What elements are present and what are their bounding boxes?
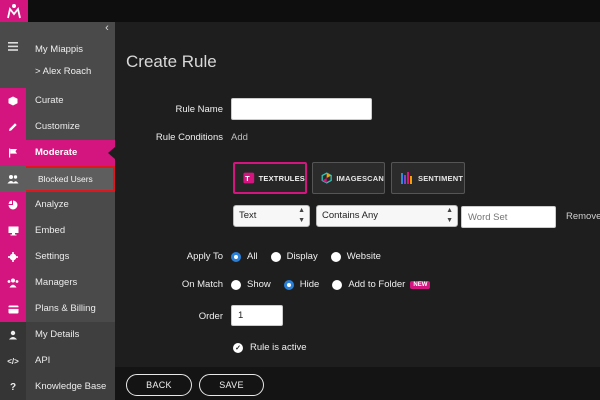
- sidebar-item-knowledge-base[interactable]: ? Knowledge Base: [0, 374, 115, 400]
- rule-name-label: Rule Name: [175, 104, 223, 115]
- on-match-label: On Match: [181, 279, 223, 290]
- collapse-sidebar-chevron-icon[interactable]: ‹: [100, 22, 114, 36]
- miappi-logo[interactable]: [0, 0, 28, 22]
- sidebar-item-my-details[interactable]: My Details: [0, 322, 115, 348]
- radio[interactable]: [332, 279, 343, 290]
- sentiment-icon: [401, 172, 412, 184]
- radio[interactable]: [330, 251, 341, 262]
- sidebar-item-moderate[interactable]: Moderate: [0, 140, 115, 166]
- remove-condition-link[interactable]: Remove: [566, 211, 600, 222]
- tile-label: SENTIMENT: [418, 173, 464, 183]
- apply-to-website-option[interactable]: Website: [330, 251, 381, 262]
- imagescan-icon: [321, 172, 332, 184]
- code-icon: </>: [0, 348, 26, 374]
- sidebar-item-label: My Details: [35, 329, 80, 340]
- group-icon: [0, 270, 26, 296]
- rule-active-label: Rule is active: [250, 342, 307, 353]
- condition-operator-select[interactable]: Contains Any ▲ ▼: [316, 205, 458, 227]
- sidebar-item-label: Blocked Users: [38, 174, 93, 184]
- question-icon: ?: [0, 374, 26, 400]
- monitor-icon: [0, 218, 26, 244]
- sidebar-item-blocked-users[interactable]: Blocked Users: [0, 166, 115, 192]
- account-block: My Miappis > Alex Roach: [0, 36, 115, 88]
- sidebar-item-customize[interactable]: Customize: [0, 114, 115, 140]
- flag-icon: [0, 140, 26, 166]
- users-icon: [0, 166, 26, 192]
- new-badge: NEW: [410, 280, 431, 289]
- miappi-logo-icon: [7, 4, 21, 19]
- order-label: Order: [198, 311, 223, 322]
- condition-operator-value: Contains Any: [322, 210, 378, 221]
- order-input[interactable]: [231, 305, 283, 326]
- radio-selected[interactable]: [231, 251, 241, 262]
- apply-to-options: All Display Website: [231, 251, 381, 262]
- tile-label: TEXTRULES: [258, 173, 305, 183]
- on-match-add-to-folder-option[interactable]: Add to Folder NEW: [332, 279, 431, 290]
- word-set-input[interactable]: [461, 206, 556, 228]
- radio[interactable]: [270, 251, 281, 262]
- sidebar-item-api[interactable]: </> API: [0, 348, 115, 374]
- sidebar-item-label: API: [35, 355, 51, 366]
- imagescan-tile[interactable]: IMAGESCAN: [312, 162, 385, 194]
- save-button[interactable]: SAVE: [199, 374, 264, 396]
- sentiment-tile[interactable]: SENTIMENT: [391, 162, 465, 194]
- on-match-options: Show Hide Add to Folder NEW: [231, 279, 431, 290]
- apply-to-label: Apply To: [186, 251, 223, 262]
- condition-type-value: Text: [239, 210, 257, 221]
- sidebar: ‹ My Miappis > Alex Roach Curate Customi…: [0, 22, 115, 400]
- pie-chart-icon: [0, 192, 26, 218]
- sidebar-item-label: Settings: [35, 251, 70, 262]
- sidebar-item-label: Customize: [35, 121, 80, 132]
- sidebar-item-label: Moderate: [35, 147, 78, 158]
- apply-to-all-option[interactable]: All: [231, 251, 258, 262]
- select-arrows-icon: ▲ ▼: [446, 207, 453, 224]
- cube-icon: [0, 88, 26, 114]
- on-match-show-option[interactable]: Show: [231, 279, 271, 290]
- on-match-hide-option[interactable]: Hide: [283, 279, 319, 290]
- apply-to-display-option[interactable]: Display: [270, 251, 318, 262]
- sidebar-item-analyze[interactable]: Analyze: [0, 192, 115, 218]
- rule-name-input[interactable]: [231, 98, 372, 120]
- pencil-icon: [0, 114, 26, 140]
- select-arrows-icon: ▲ ▼: [298, 207, 305, 224]
- app-window: ‹ My Miappis > Alex Roach Curate Customi…: [0, 0, 600, 400]
- sidebar-item-label: Managers: [35, 277, 78, 288]
- sidebar-item-label: Plans & Billing: [35, 303, 96, 314]
- svg-text:T: T: [245, 174, 250, 183]
- sidebar-item-label: Knowledge Base: [35, 381, 107, 392]
- sidebar-item-managers[interactable]: Managers: [0, 270, 115, 296]
- account-name[interactable]: My Miappis: [35, 44, 83, 55]
- sidebar-item-label: Embed: [35, 225, 66, 236]
- sidebar-item-plans-billing[interactable]: Plans & Billing: [0, 296, 115, 322]
- rule-active-checkbox[interactable]: ✓ Rule is active: [233, 342, 307, 353]
- form-footer: BACK SAVE: [115, 367, 600, 400]
- back-button[interactable]: BACK: [126, 374, 192, 396]
- gear-icon: [0, 244, 26, 270]
- active-indicator: [108, 147, 115, 159]
- sidebar-item-settings[interactable]: Settings: [0, 244, 115, 270]
- radio[interactable]: [231, 279, 241, 290]
- sidebar-item-curate[interactable]: Curate: [0, 88, 115, 114]
- main-panel: Create Rule Rule Name Rule Conditions Ad…: [115, 22, 600, 400]
- top-bar: [0, 0, 600, 22]
- person-icon: [0, 322, 26, 348]
- menu-icon[interactable]: [0, 36, 26, 88]
- sidebar-item-label: Curate: [35, 95, 64, 106]
- account-user[interactable]: > Alex Roach: [35, 66, 91, 77]
- textrules-icon: T: [243, 172, 255, 184]
- sidebar-item-embed[interactable]: Embed: [0, 218, 115, 244]
- add-condition-link[interactable]: Add: [231, 132, 248, 143]
- page-title: Create Rule: [126, 52, 217, 71]
- sidebar-item-label: Analyze: [35, 199, 69, 210]
- textrules-tile[interactable]: T TEXTRULES: [233, 162, 307, 194]
- credit-card-icon: [0, 296, 26, 322]
- rule-conditions-label: Rule Conditions: [155, 132, 223, 143]
- tile-label: IMAGESCAN: [336, 173, 384, 183]
- radio-selected[interactable]: [283, 279, 294, 290]
- condition-type-select[interactable]: Text ▲ ▼: [233, 205, 310, 227]
- check-icon: ✓: [233, 342, 243, 353]
